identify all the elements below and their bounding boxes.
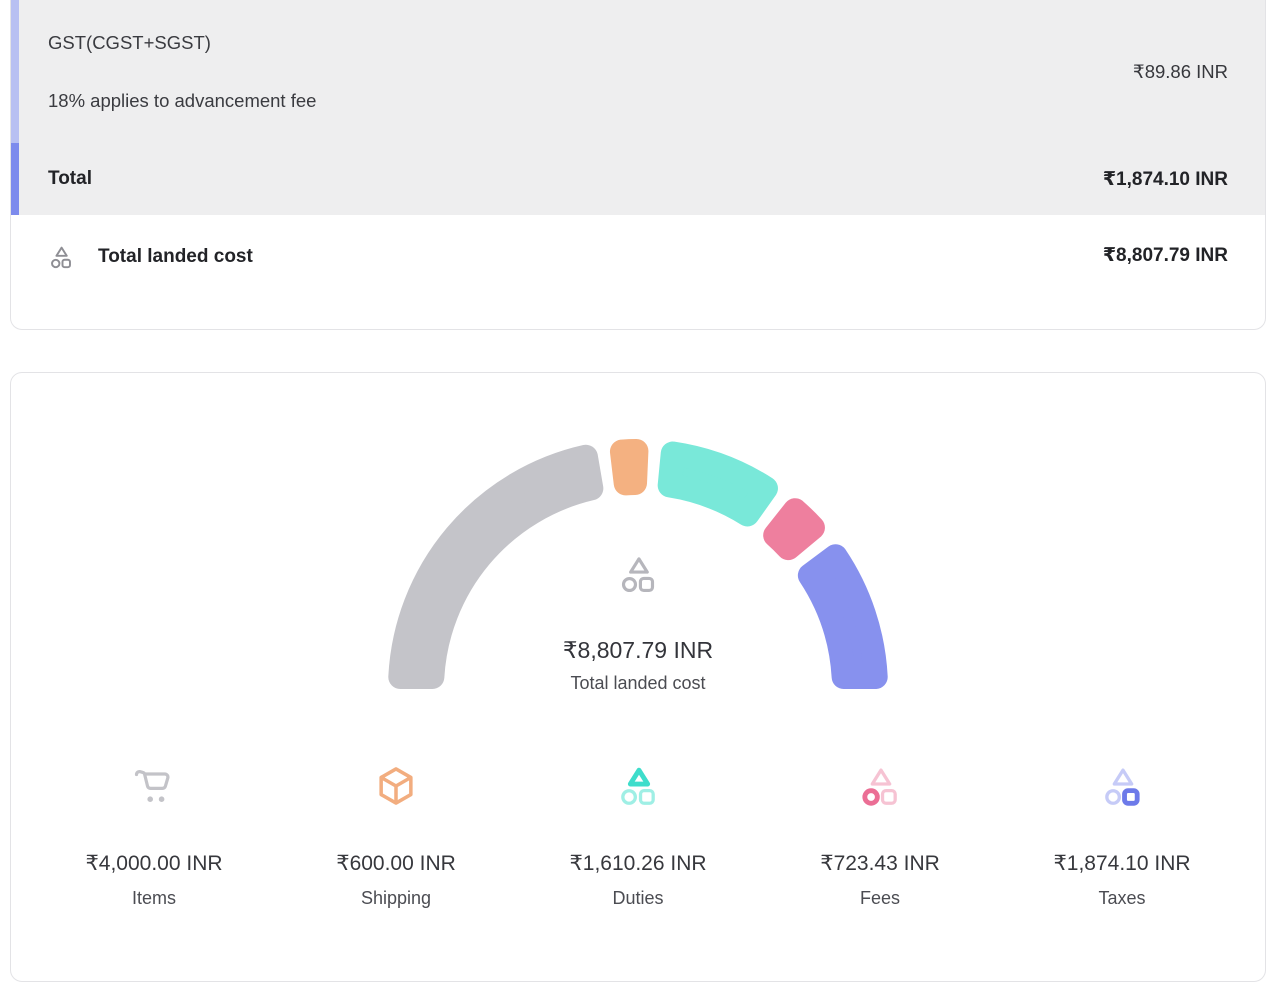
total-label: Total xyxy=(48,168,92,190)
stat-value: ₹4,000.00 INR xyxy=(85,851,222,877)
stat-value: ₹723.43 INR xyxy=(820,851,940,877)
landed-cost-icon xyxy=(48,244,74,270)
stat-value: ₹600.00 INR xyxy=(336,851,456,877)
gauge-center-value: ₹8,807.79 INR xyxy=(563,637,713,664)
stat-value: ₹1,874.10 INR xyxy=(1053,851,1190,877)
cost-summary-card: GST(CGST+SGST) 18% applies to advancemen… xyxy=(10,0,1266,330)
summary-highlight-section: GST(CGST+SGST) 18% applies to advancemen… xyxy=(11,0,1265,215)
stat-items: ₹4,000.00 INR Items xyxy=(33,763,275,909)
fees-shapes-icon xyxy=(857,763,903,809)
total-row: Total ₹1,874.10 INR xyxy=(11,143,1265,215)
stat-label: Fees xyxy=(860,887,900,909)
gauge-center: ₹8,807.79 INR Total landed cost xyxy=(378,553,898,694)
cart-icon xyxy=(131,763,177,809)
gauge-chart: ₹8,807.79 INR Total landed cost xyxy=(378,437,898,701)
stat-taxes: ₹1,874.10 INR Taxes xyxy=(1001,763,1243,909)
total-landed-cost-row: Total landed cost ₹8,807.79 INR xyxy=(11,215,1265,330)
accent-bar-total xyxy=(11,143,19,215)
gauge-segment-shipping xyxy=(622,451,636,483)
stat-duties: ₹1,610.26 INR Duties xyxy=(517,763,759,909)
stat-label: Items xyxy=(132,887,176,909)
accent-bar xyxy=(11,0,19,215)
gauge-segment-duties xyxy=(670,454,766,515)
accent-bar-gst xyxy=(11,0,19,143)
cost-breakdown-legend: ₹4,000.00 INR Items ₹600.00 INR Shipping… xyxy=(11,763,1265,909)
package-icon xyxy=(373,763,419,809)
stat-label: Shipping xyxy=(361,887,431,909)
gst-amount: ₹89.86 INR xyxy=(1133,61,1228,83)
duties-shapes-icon xyxy=(615,763,661,809)
taxes-shapes-icon xyxy=(1099,763,1145,809)
gst-description: 18% applies to advancement fee xyxy=(48,88,316,114)
landed-cost-icon xyxy=(617,553,659,595)
gst-row: GST(CGST+SGST) 18% applies to advancemen… xyxy=(11,0,1265,143)
landed-cost-page: { "summary": { "gst": { "title": "GST(CG… xyxy=(0,0,1280,994)
gauge-segment-fees xyxy=(775,510,813,548)
gst-title: GST(CGST+SGST) xyxy=(48,30,316,56)
total-amount: ₹1,874.10 INR xyxy=(1103,168,1228,191)
stat-fees: ₹723.43 INR Fees xyxy=(759,763,1001,909)
landed-cost-breakdown-card: ₹8,807.79 INR Total landed cost ₹4,000.0… xyxy=(10,372,1266,982)
landed-cost-label: Total landed cost xyxy=(98,246,253,268)
stat-value: ₹1,610.26 INR xyxy=(569,851,706,877)
stat-label: Duties xyxy=(612,887,663,909)
stat-label: Taxes xyxy=(1098,887,1145,909)
landed-cost-amount: ₹8,807.79 INR xyxy=(1103,244,1228,267)
stat-shipping: ₹600.00 INR Shipping xyxy=(275,763,517,909)
gauge-center-label: Total landed cost xyxy=(570,673,705,694)
